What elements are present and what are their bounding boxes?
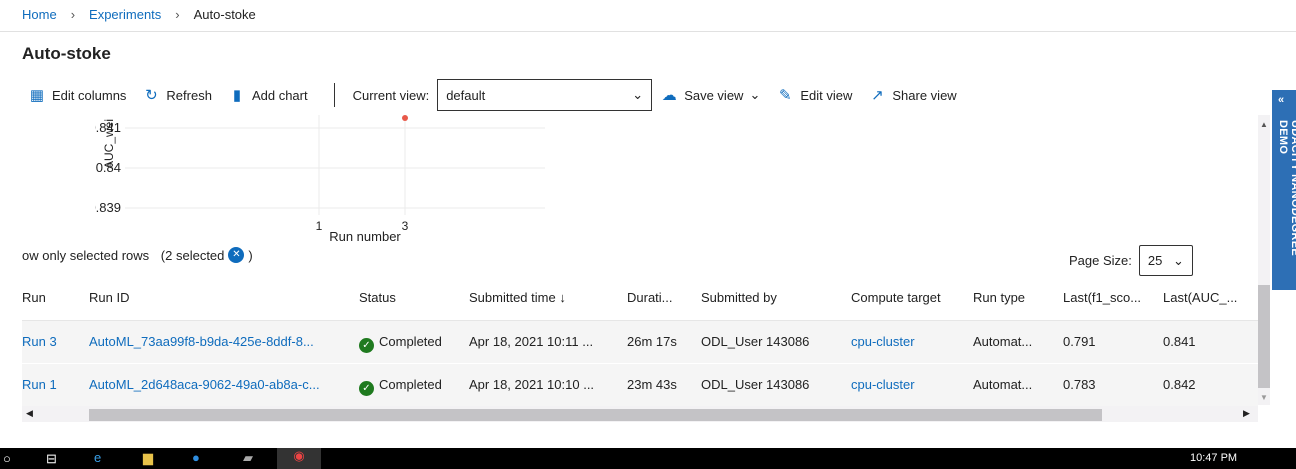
- scroll-right-icon[interactable]: ▶: [1243, 408, 1250, 419]
- cell-duration: 26m 17s: [627, 334, 677, 349]
- column-header-submitted-by[interactable]: Submitted by: [701, 290, 777, 305]
- cell-run-type: Automat...: [973, 377, 1033, 392]
- cell-duration: 23m 43s: [627, 377, 677, 392]
- edit-columns-button[interactable]: ▦ Edit columns: [28, 86, 127, 104]
- clear-selection-icon[interactable]: ✕: [228, 247, 245, 263]
- column-header-run-id[interactable]: Run ID: [89, 290, 129, 305]
- edit-view-button[interactable]: ✎ Edit view: [776, 86, 852, 104]
- docker-icon[interactable]: ●: [192, 450, 200, 465]
- cell-last-f1-score: 0.783: [1063, 377, 1096, 392]
- breadcrumb-experiments[interactable]: Experiments: [89, 7, 161, 22]
- cell-status: ✓ Completed: [359, 334, 442, 353]
- cell-run[interactable]: Run 1: [22, 377, 57, 392]
- search-icon[interactable]: ○: [3, 451, 11, 466]
- cell-run[interactable]: Run 3: [22, 334, 57, 349]
- pencil-icon: ✎: [779, 87, 792, 104]
- clock: 10:47 PM: [1190, 452, 1238, 464]
- cell-run-type: Automat...: [973, 334, 1033, 349]
- horizontal-scrollbar-thumb[interactable]: [89, 409, 1102, 421]
- column-header-last-auc[interactable]: Last(AUC_...: [1163, 290, 1237, 305]
- cell-submitted-time: Apr 18, 2021 10:10 ...: [469, 377, 595, 392]
- scroll-up-icon[interactable]: ▲: [1260, 120, 1268, 129]
- ie-icon[interactable]: e: [94, 450, 101, 465]
- cell-compute-target[interactable]: cpu-cluster: [851, 334, 915, 349]
- check-circle-icon: ✓: [359, 338, 374, 353]
- chevron-right-icon: ›: [175, 7, 180, 22]
- task-view-icon[interactable]: ⊟: [46, 451, 57, 467]
- cloud-upload-icon: ☁: [661, 87, 677, 104]
- chrome-icon[interactable]: ◉: [277, 448, 321, 469]
- refresh-icon: ↻: [145, 87, 158, 104]
- y-axis-label: AUC_wei: [102, 119, 116, 169]
- scroll-down-icon[interactable]: ▼: [1260, 393, 1268, 402]
- column-header-duration[interactable]: Durati...: [627, 290, 673, 305]
- cell-submitted-time: Apr 18, 2021 10:11 ...: [469, 334, 594, 349]
- cell-run-id[interactable]: AutoML_2d648aca-9062-49a0-ab8a-c...: [89, 377, 320, 392]
- cell-status: ✓ Completed: [359, 377, 442, 396]
- udacity-side-panel[interactable]: «UDACITY NANODEGREE DEMO: [1272, 90, 1296, 290]
- chevron-down-icon: ⌄: [749, 87, 761, 102]
- cell-submitted-by: ODL_User 143086: [701, 334, 810, 349]
- column-header-run-type[interactable]: Run type: [973, 290, 1025, 305]
- x-tick-label: 1: [316, 219, 323, 233]
- chevron-right-icon: ›: [70, 7, 76, 22]
- selected-rows-toggle[interactable]: ow only selected rows (2 selected ✕): [22, 247, 253, 263]
- cell-compute-target[interactable]: cpu-cluster: [851, 377, 915, 392]
- folder-icon[interactable]: ▆: [143, 450, 153, 466]
- y-tick-label: 0.839: [95, 200, 121, 215]
- taskbar: ○ ⊟ e ▆ ● ▰ ◉ 10:47 PM: [0, 448, 1296, 469]
- breadcrumb: Home › Experiments › Auto-stoke: [22, 7, 256, 22]
- cell-submitted-by: ODL_User 143086: [701, 377, 810, 392]
- add-chart-button[interactable]: ▮ Add chart: [228, 86, 308, 104]
- divider: [0, 31, 1296, 32]
- column-header-submitted-time[interactable]: Submitted time ↓: [469, 290, 566, 305]
- vertical-scrollbar-thumb[interactable]: [1258, 285, 1270, 388]
- page-size-select[interactable]: 25 ⌄: [1138, 245, 1193, 276]
- share-view-button[interactable]: ↗ Share view: [868, 86, 957, 104]
- x-tick-label: 3: [402, 219, 409, 233]
- refresh-button[interactable]: ↻ Refresh: [142, 86, 212, 104]
- column-header-compute-target[interactable]: Compute target: [851, 290, 941, 305]
- check-circle-icon: ✓: [359, 381, 374, 396]
- page-title: Auto-stoke: [22, 44, 111, 63]
- toolbar: ▦ Edit columns ↻ Refresh ▮ Add chart Curren…: [28, 79, 973, 111]
- breadcrumb-current: Auto-stoke: [193, 7, 256, 22]
- breadcrumb-home[interactable]: Home: [22, 7, 57, 22]
- cell-last-f1-score: 0.791: [1063, 334, 1096, 349]
- table-icon: ▦: [29, 87, 45, 104]
- cell-run-id[interactable]: AutoML_73aa99f8-b9da-425e-8ddf-8...: [89, 334, 314, 349]
- x-axis-label: Run number: [329, 229, 401, 244]
- save-view-button[interactable]: ☁ Save view ⌄: [660, 86, 761, 104]
- column-header-status[interactable]: Status: [359, 290, 396, 305]
- share-icon: ↗: [871, 87, 884, 104]
- app-icon[interactable]: ▰: [243, 450, 253, 466]
- data-point[interactable]: [402, 115, 408, 121]
- current-view-label: Current view:: [352, 87, 430, 103]
- bar-chart-icon: ▮: [232, 87, 242, 104]
- double-chevron-left-icon: «: [1278, 94, 1285, 106]
- current-view-select[interactable]: default ⌄: [437, 79, 653, 111]
- chevron-down-icon: ⌄: [632, 87, 644, 102]
- column-header-run[interactable]: Run: [22, 290, 46, 305]
- scroll-left-icon[interactable]: ◀: [26, 408, 33, 419]
- chevron-down-icon: ⌄: [1172, 252, 1184, 268]
- cell-last-auc: 0.841: [1163, 334, 1196, 349]
- auc-chart: 0.8410.840.83913 AUC_wei Run number: [95, 115, 545, 244]
- page-size: Page Size: 25 ⌄: [1069, 245, 1193, 276]
- divider: [333, 83, 335, 107]
- cell-last-auc: 0.842: [1163, 377, 1196, 392]
- column-header-last-f1-score[interactable]: Last(f1_sco...: [1063, 290, 1141, 305]
